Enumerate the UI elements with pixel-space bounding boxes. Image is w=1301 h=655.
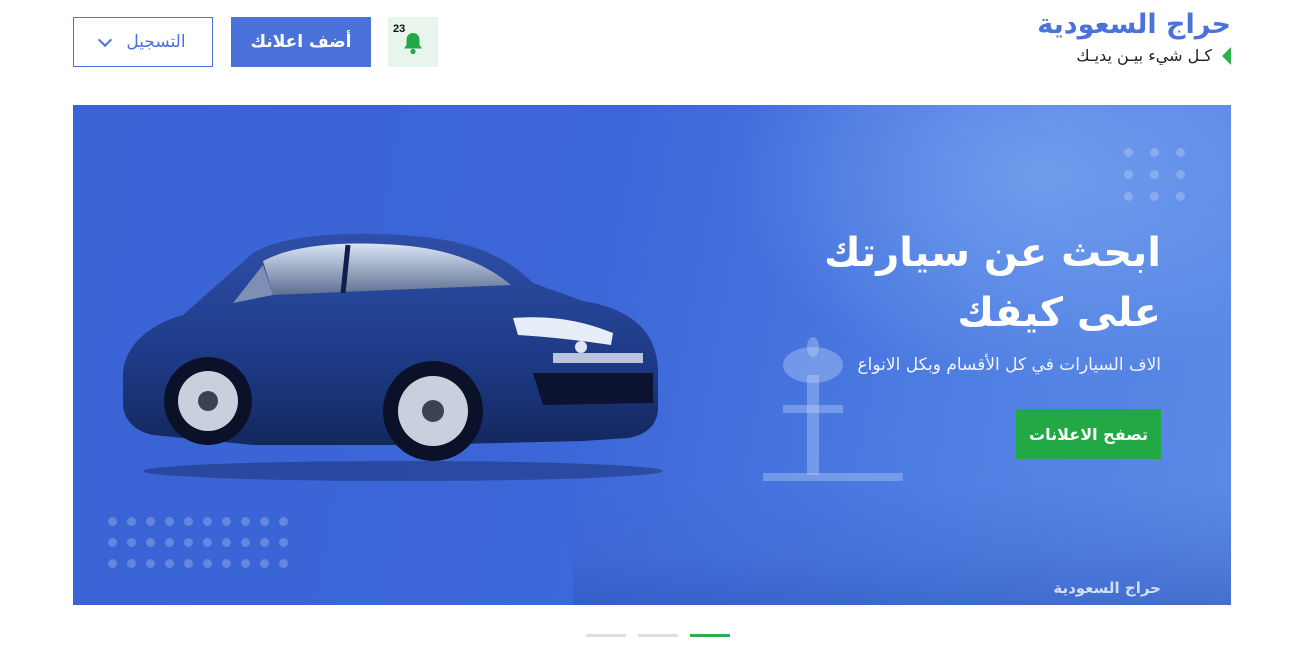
bell-icon <box>404 33 422 55</box>
hero-title: ابحث عن سيارتك على كيفك <box>701 223 1161 343</box>
hero-banner: ابحث عن سيارتك على كيفك الاف السيارات في… <box>73 105 1231 605</box>
notifications-button[interactable]: 23 <box>388 17 438 67</box>
hero-brand-watermark: حراج السعودية <box>1053 579 1161 597</box>
decor-dots-top-right <box>1124 148 1185 201</box>
browse-ads-button[interactable]: تصفح الاعلانات <box>1016 409 1161 459</box>
logo-tagline: كـل شيء بيـن يديـك <box>1076 46 1212 65</box>
carousel-indicators <box>586 634 730 637</box>
site-logo[interactable]: حراج السعودية كـل شيء بيـن يديـك <box>1011 8 1231 65</box>
carousel-indicator-3[interactable] <box>690 634 730 637</box>
hero-title-line-2: على كيفك <box>957 290 1161 336</box>
add-ad-button[interactable]: أضف اعلانك <box>231 17 371 67</box>
logo-title: حراج السعودية <box>1037 9 1231 40</box>
page: حراج السعودية كـل شيء بيـن يديـك 23 أضف … <box>0 0 1301 655</box>
carousel-indicator-1[interactable] <box>586 634 626 637</box>
hero-subtitle: الاف السيارات في كل الأقسام وبكل الانواع <box>857 355 1161 375</box>
register-dropdown[interactable]: التسجيل <box>73 17 213 67</box>
chevron-down-icon <box>98 32 113 47</box>
carousel-indicator-2[interactable] <box>638 634 678 637</box>
hero-title-line-1: ابحث عن سيارتك <box>823 230 1161 276</box>
register-label: التسجيل <box>126 32 186 52</box>
logo-tagline-row: كـل شيء بيـن يديـك <box>1011 46 1231 65</box>
decor-dots-bottom-left <box>108 517 288 568</box>
triangle-left-icon <box>1222 46 1231 65</box>
car-image <box>123 233 663 481</box>
